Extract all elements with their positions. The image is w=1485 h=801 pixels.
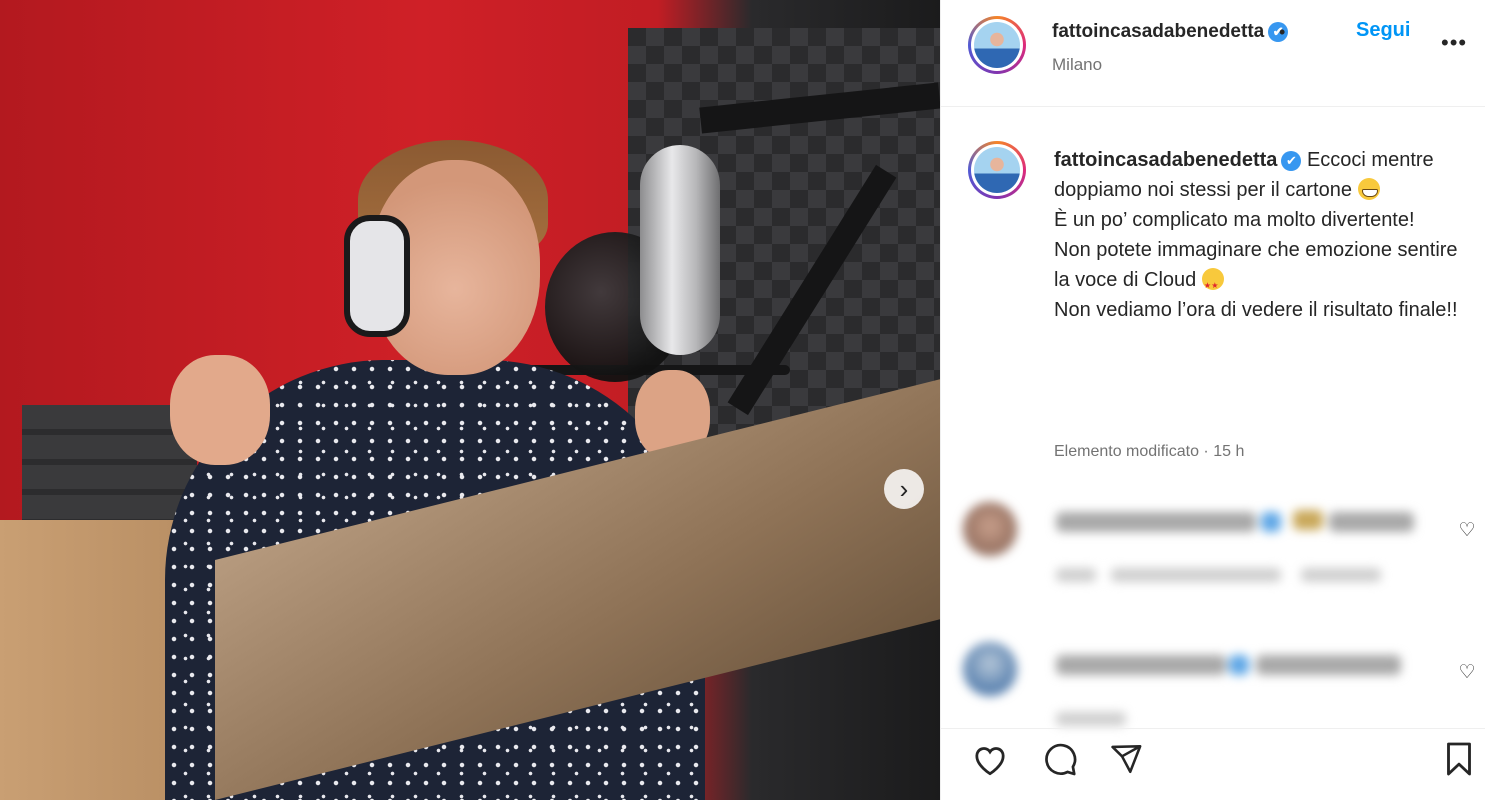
- caption-username[interactable]: fattoincasadabenedetta: [1054, 149, 1277, 171]
- comment-like-heart-icon[interactable]: ♡: [1456, 520, 1478, 542]
- comment-text: [1329, 512, 1414, 532]
- bookmark-icon[interactable]: [1437, 737, 1481, 781]
- comment-bubble-icon[interactable]: [1038, 737, 1082, 781]
- post-header: fattoincasadabenedetta ✔ • Segui Milano •…: [941, 0, 1485, 107]
- caption-line-2: È un po’ complicato ma molto divertente!: [1054, 209, 1415, 231]
- separator-dot: •: [1279, 22, 1286, 42]
- chevron-right-icon: ›: [899, 474, 909, 504]
- edited-label: Elemento modificato: [1054, 443, 1199, 460]
- caption-line-3: Non potete immaginare che emozione senti…: [1054, 239, 1458, 291]
- more-options-icon[interactable]: •••: [1441, 30, 1467, 56]
- follow-button[interactable]: Segui: [1356, 19, 1410, 42]
- time-separator: ·: [1203, 443, 1209, 460]
- verified-badge-icon: [1261, 512, 1281, 532]
- post-time[interactable]: 15 h: [1213, 443, 1244, 460]
- emoji-icon: [1293, 510, 1323, 530]
- next-slide-button[interactable]: ›: [884, 469, 924, 509]
- comment-item[interactable]: [941, 490, 1485, 600]
- comment-avatar: [963, 642, 1017, 696]
- person-hand-left: [170, 355, 270, 465]
- microphone: [640, 145, 720, 355]
- comment-reply: [1301, 568, 1381, 582]
- comment-avatar: [963, 502, 1017, 556]
- headphones: [344, 215, 410, 337]
- star-struck-icon: [1201, 268, 1224, 301]
- caption-avatar[interactable]: [968, 141, 1026, 199]
- location-link[interactable]: Milano: [1052, 55, 1102, 75]
- post-actions: [941, 728, 1485, 801]
- comment-text: [1256, 655, 1401, 675]
- comment-meta: [1056, 568, 1096, 582]
- grinning-face-icon: [1357, 178, 1380, 200]
- comment-meta: [1056, 712, 1126, 726]
- avatar[interactable]: [968, 16, 1026, 74]
- post-image[interactable]: ›: [0, 0, 940, 800]
- username-label[interactable]: fattoincasadabenedetta: [1052, 21, 1264, 42]
- comment-username: [1056, 512, 1256, 532]
- comment-username: [1056, 655, 1226, 675]
- like-heart-icon[interactable]: [968, 737, 1012, 781]
- paper-plane-icon[interactable]: [1104, 737, 1148, 781]
- comment-like-heart-icon[interactable]: ♡: [1456, 662, 1478, 684]
- verified-badge-icon: [1229, 655, 1249, 675]
- comment-item[interactable]: [941, 630, 1485, 726]
- verified-badge-icon: ✔: [1281, 150, 1302, 171]
- post-author[interactable]: fattoincasadabenedetta ✔: [1052, 21, 1289, 43]
- post-sidebar: fattoincasadabenedetta ✔ • Segui Milano •…: [940, 0, 1485, 800]
- caption-line-4: Non vediamo l’ora di vedere il risultato…: [1054, 299, 1458, 321]
- comment-likes: [1111, 568, 1281, 582]
- post-caption: fattoincasadabenedetta ✔ Eccoci mentre do…: [1054, 145, 1464, 325]
- edited-timestamp: Elemento modificato · 15 h: [1054, 443, 1244, 461]
